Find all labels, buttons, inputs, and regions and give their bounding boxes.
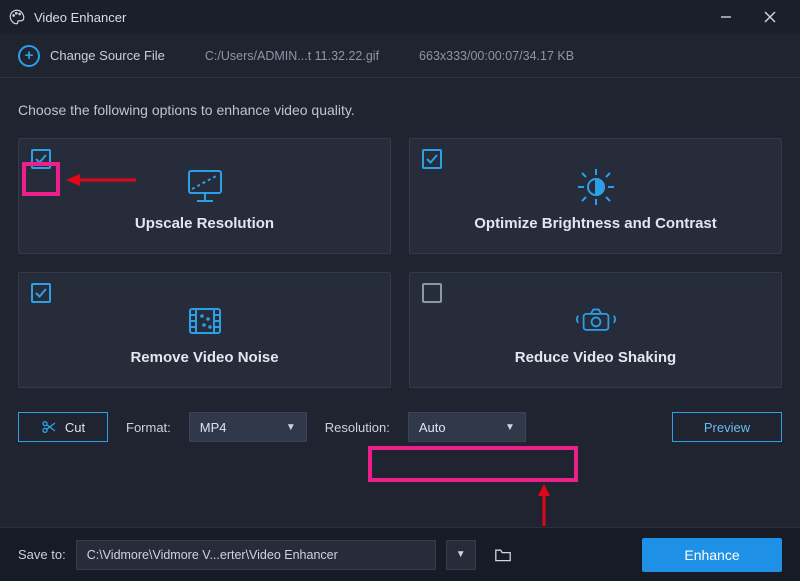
resolution-label: Resolution: — [325, 420, 390, 435]
brightness-icon — [573, 167, 619, 207]
option-reduce-shaking[interactable]: Reduce Video Shaking — [409, 272, 782, 388]
cut-button[interactable]: Cut — [18, 412, 108, 442]
option-brightness-contrast[interactable]: Optimize Brightness and Contrast — [409, 138, 782, 254]
annotation-arrow-up — [536, 484, 552, 526]
cut-label: Cut — [65, 420, 85, 435]
titlebar: Video Enhancer — [0, 0, 800, 34]
instruction-text: Choose the following options to enhance … — [0, 78, 800, 128]
option-label: Upscale Resolution — [135, 215, 274, 232]
open-folder-button[interactable] — [486, 540, 520, 570]
option-label: Reduce Video Shaking — [515, 349, 676, 366]
chevron-down-icon: ▼ — [286, 422, 296, 433]
format-value: MP4 — [200, 420, 227, 435]
checkbox-shaking[interactable] — [422, 283, 442, 303]
annotation-highlight-resolution — [368, 446, 578, 482]
plus-circle-icon: + — [18, 45, 40, 67]
enhance-button[interactable]: Enhance — [642, 538, 782, 572]
change-source-label: Change Source File — [50, 48, 165, 63]
save-to-label: Save to: — [18, 547, 66, 562]
resolution-value: Auto — [419, 420, 446, 435]
monitor-upscale-icon — [182, 167, 228, 207]
save-bar: Save to: C:\Vidmore\Vidmore V...erter\Vi… — [0, 527, 800, 581]
option-upscale-resolution[interactable]: Upscale Resolution — [18, 138, 391, 254]
option-remove-noise[interactable]: Remove Video Noise — [18, 272, 391, 388]
preview-button[interactable]: Preview — [672, 412, 782, 442]
chevron-down-icon: ▼ — [456, 549, 466, 560]
resolution-select[interactable]: Auto ▼ — [408, 412, 526, 442]
enhance-label: Enhance — [684, 547, 739, 563]
checkbox-noise[interactable] — [31, 283, 51, 303]
source-file-meta: 663x333/00:00:07/34.17 KB — [419, 49, 574, 63]
app-palette-icon — [8, 8, 26, 26]
format-label: Format: — [126, 420, 171, 435]
toolbar: + Change Source File C:/Users/ADMIN...t … — [0, 34, 800, 78]
option-label: Optimize Brightness and Contrast — [474, 215, 717, 232]
save-path-value: C:\Vidmore\Vidmore V...erter\Video Enhan… — [87, 548, 338, 562]
save-path-dropdown[interactable]: ▼ — [446, 540, 476, 570]
window: Video Enhancer + Change Source File C:/U… — [0, 0, 800, 581]
chevron-down-icon: ▼ — [505, 422, 515, 433]
scissors-icon — [41, 419, 57, 435]
controls-row: Cut Format: MP4 ▼ Resolution: Auto ▼ Pre… — [0, 394, 800, 442]
change-source-button[interactable]: + Change Source File — [18, 45, 165, 67]
save-path-input[interactable]: C:\Vidmore\Vidmore V...erter\Video Enhan… — [76, 540, 436, 570]
camera-shake-icon — [573, 301, 619, 341]
film-noise-icon — [182, 301, 228, 341]
checkbox-upscale[interactable] — [31, 149, 51, 169]
minimize-button[interactable] — [704, 0, 748, 34]
checkbox-brightness[interactable] — [422, 149, 442, 169]
source-file-path: C:/Users/ADMIN...t 11.32.22.gif — [205, 49, 379, 63]
format-select[interactable]: MP4 ▼ — [189, 412, 307, 442]
window-title: Video Enhancer — [34, 10, 126, 25]
preview-label: Preview — [704, 420, 750, 435]
close-button[interactable] — [748, 0, 792, 34]
options-grid: Upscale Resolution Optimize Brightness a… — [0, 128, 800, 394]
option-label: Remove Video Noise — [130, 349, 278, 366]
folder-icon — [493, 547, 513, 563]
